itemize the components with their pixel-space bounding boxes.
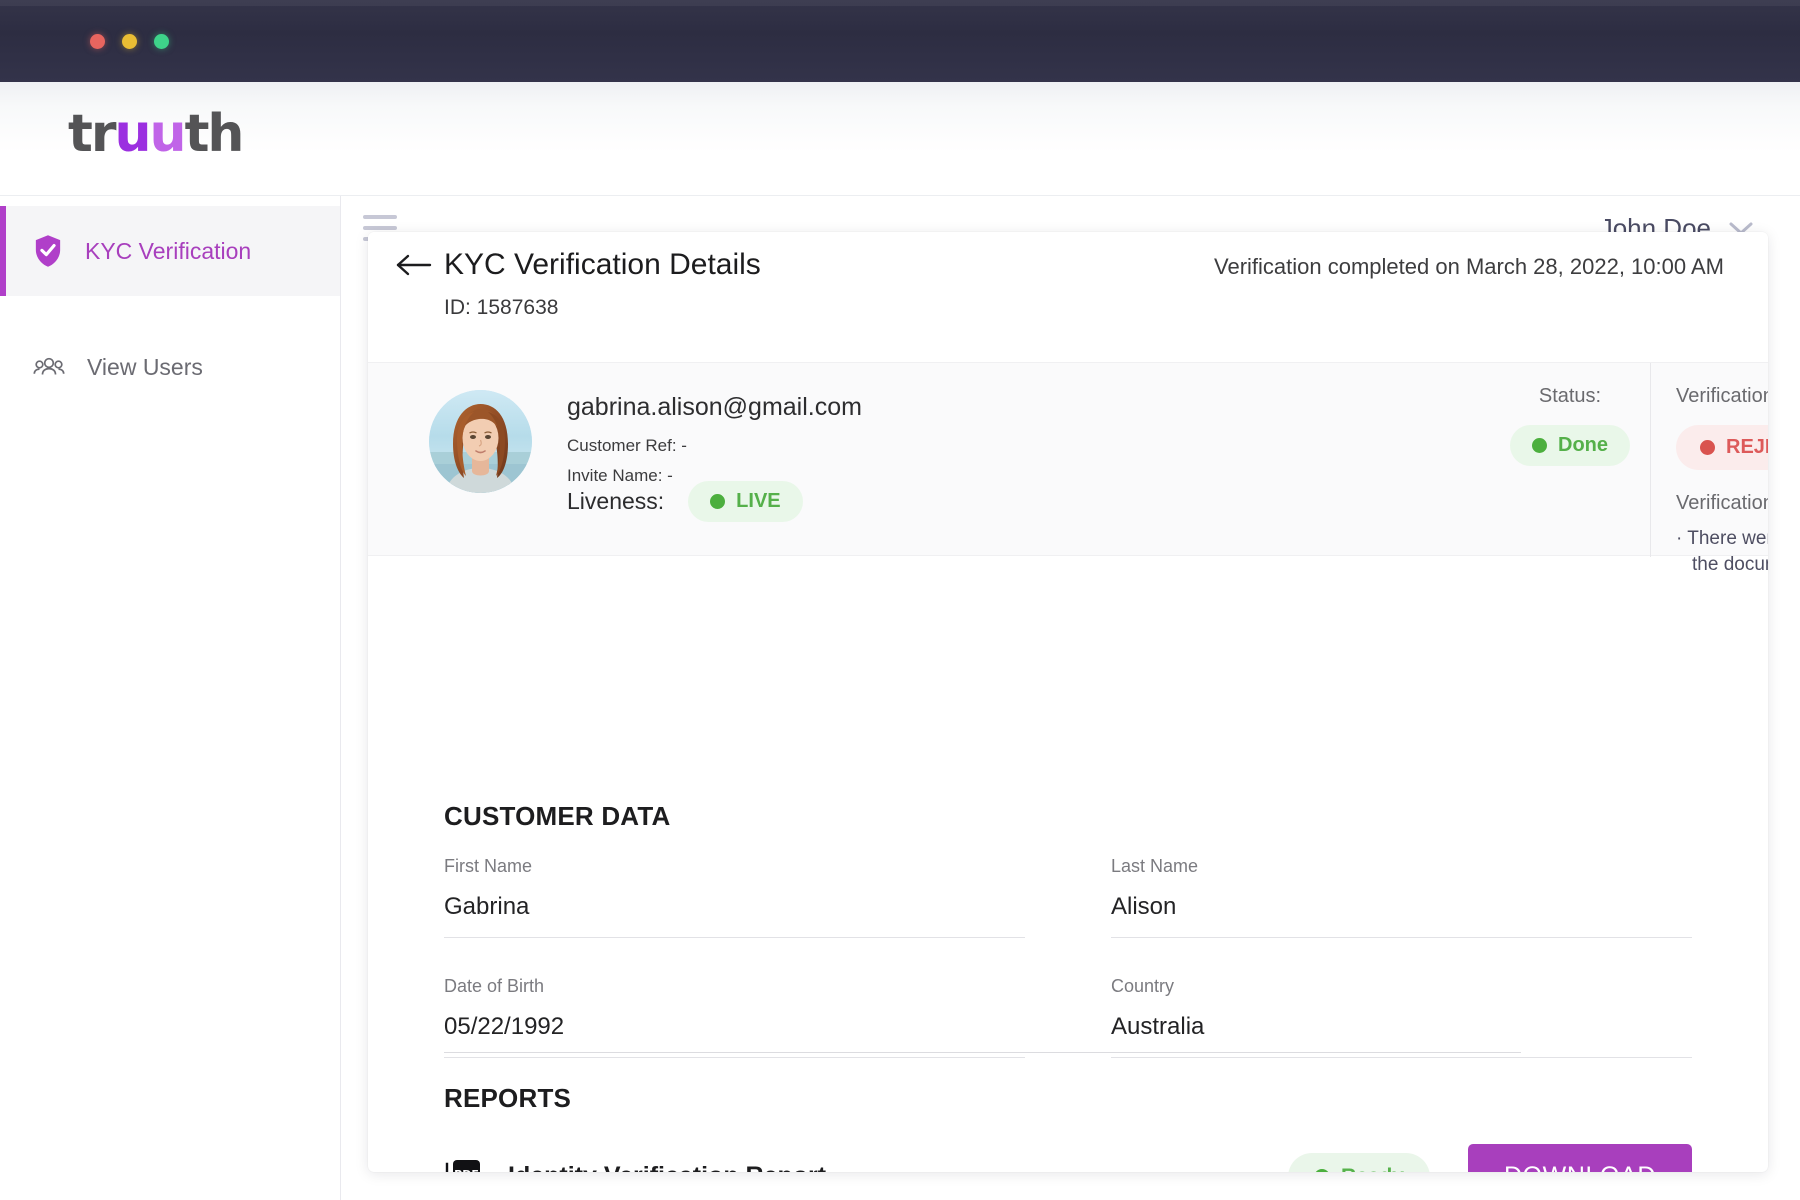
field-value[interactable]: Alison bbox=[1111, 877, 1692, 938]
verification-result-badge-label: REJECTED bbox=[1726, 436, 1768, 458]
sidebar-item-label: KYC Verification bbox=[85, 237, 252, 264]
app-window: truuth John Doe KYC Verification View Us… bbox=[0, 0, 1800, 1200]
pdf-file-icon: PDF bbox=[445, 1159, 480, 1173]
window-traffic-lights bbox=[90, 34, 169, 49]
field-label: Last Name bbox=[1111, 856, 1199, 876]
verification-summary-strip: gabrina.alison@gmail.com Customer Ref: -… bbox=[368, 362, 1768, 575]
status-block: Status: Done bbox=[1495, 385, 1645, 466]
summary-divider bbox=[1650, 363, 1651, 557]
field-value[interactable]: 05/22/1992 bbox=[444, 997, 1025, 1058]
report-row: PDF Identity Verification Report Ready D… bbox=[444, 1144, 1692, 1172]
kyc-detail-card: KYC Verification Details ID: 1587638 Ver… bbox=[368, 232, 1768, 1172]
sidebar-item-kyc-verification[interactable]: KYC Verification bbox=[0, 206, 340, 296]
customer-email: gabrina.alison@gmail.com bbox=[567, 393, 862, 421]
field-label: Date of Birth bbox=[444, 976, 545, 996]
field-last-name: Last Name Alison bbox=[1111, 856, 1692, 938]
arrow-left-icon[interactable] bbox=[394, 252, 434, 278]
truuth-logo[interactable]: truuth bbox=[68, 108, 244, 160]
hamburger-bar-1 bbox=[363, 215, 397, 219]
field-label: Country bbox=[1111, 976, 1175, 996]
customer-data-form: First Name Gabrina Last Name Alison Date… bbox=[444, 856, 1692, 1058]
customer-data-title: CUSTOMER DATA bbox=[444, 801, 671, 831]
shield-check-icon bbox=[35, 235, 61, 267]
minimize-window-button[interactable] bbox=[122, 34, 137, 49]
verification-result-block: Verification Result REJECTED Verificatio… bbox=[1676, 385, 1768, 577]
avatar bbox=[429, 390, 532, 493]
liveness-row: Liveness: LIVE bbox=[567, 481, 803, 522]
field-first-name: First Name Gabrina bbox=[444, 856, 1025, 938]
report-status-label: Ready bbox=[1341, 1165, 1404, 1173]
field-country: Country Australia bbox=[1111, 976, 1692, 1058]
download-button[interactable]: DOWNLOAD bbox=[1467, 1144, 1692, 1172]
logo-part-u2: u bbox=[149, 104, 187, 164]
field-label: First Name bbox=[444, 856, 533, 876]
customer-identity: gabrina.alison@gmail.com Customer Ref: -… bbox=[567, 393, 862, 486]
field-value[interactable]: Gabrina bbox=[444, 877, 1025, 938]
top-navigation-bar: truuth John Doe bbox=[0, 82, 1800, 243]
sidebar-item-view-users[interactable]: View Users bbox=[0, 322, 340, 412]
logo-part-th: th bbox=[184, 104, 245, 164]
liveness-badge-label: LIVE bbox=[736, 490, 781, 512]
field-date-of-birth: Date of Birth 05/22/1992 bbox=[444, 976, 1025, 1058]
reports-title: REPORTS bbox=[444, 1083, 572, 1113]
page-title: KYC Verification Details bbox=[444, 248, 761, 281]
status-dot-icon bbox=[1700, 440, 1715, 455]
sidebar-top-spacer bbox=[0, 196, 340, 206]
hamburger-bar-2 bbox=[363, 226, 397, 230]
sidebar: KYC Verification View Users bbox=[0, 196, 341, 1200]
section-divider bbox=[444, 1052, 1521, 1053]
titlebar-highlight bbox=[0, 0, 1800, 6]
logo-part-tr: tr bbox=[68, 104, 116, 164]
customer-ref: Customer Ref: - bbox=[567, 436, 687, 455]
sidebar-item-label: View Users bbox=[87, 353, 203, 380]
users-icon bbox=[33, 357, 65, 375]
liveness-badge: LIVE bbox=[688, 481, 803, 522]
logo-part-u1: u bbox=[114, 104, 152, 164]
status-dot-icon bbox=[710, 494, 726, 509]
field-value[interactable]: Australia bbox=[1111, 997, 1692, 1058]
report-name: Identity Verification Report bbox=[508, 1162, 826, 1172]
verification-result-label: Verification Result bbox=[1676, 385, 1768, 407]
liveness-label: Liveness: bbox=[567, 488, 665, 514]
svg-text:PDF: PDF bbox=[454, 1168, 479, 1173]
verification-result-label-secondary: Verification Result bbox=[1676, 492, 1768, 514]
status-badge-label: Done bbox=[1558, 434, 1608, 456]
status-dot-icon bbox=[1313, 1168, 1330, 1172]
maximize-window-button[interactable] bbox=[154, 34, 169, 49]
status-dot-icon bbox=[1532, 438, 1547, 453]
status-badge: Done bbox=[1510, 425, 1630, 466]
report-status-badge: Ready bbox=[1287, 1152, 1430, 1173]
verification-result-badge: REJECTED bbox=[1676, 425, 1768, 470]
verification-result-detail: · There were one or more problems with t… bbox=[1676, 528, 1768, 575]
window-titlebar bbox=[0, 0, 1800, 82]
close-window-button[interactable] bbox=[90, 34, 105, 49]
status-label: Status: bbox=[1538, 385, 1602, 407]
sidebar-divider-space bbox=[0, 296, 340, 322]
verification-id: ID: 1587638 bbox=[444, 296, 559, 319]
verification-completed-text: Verification completed on March 28, 2022… bbox=[1214, 254, 1724, 279]
